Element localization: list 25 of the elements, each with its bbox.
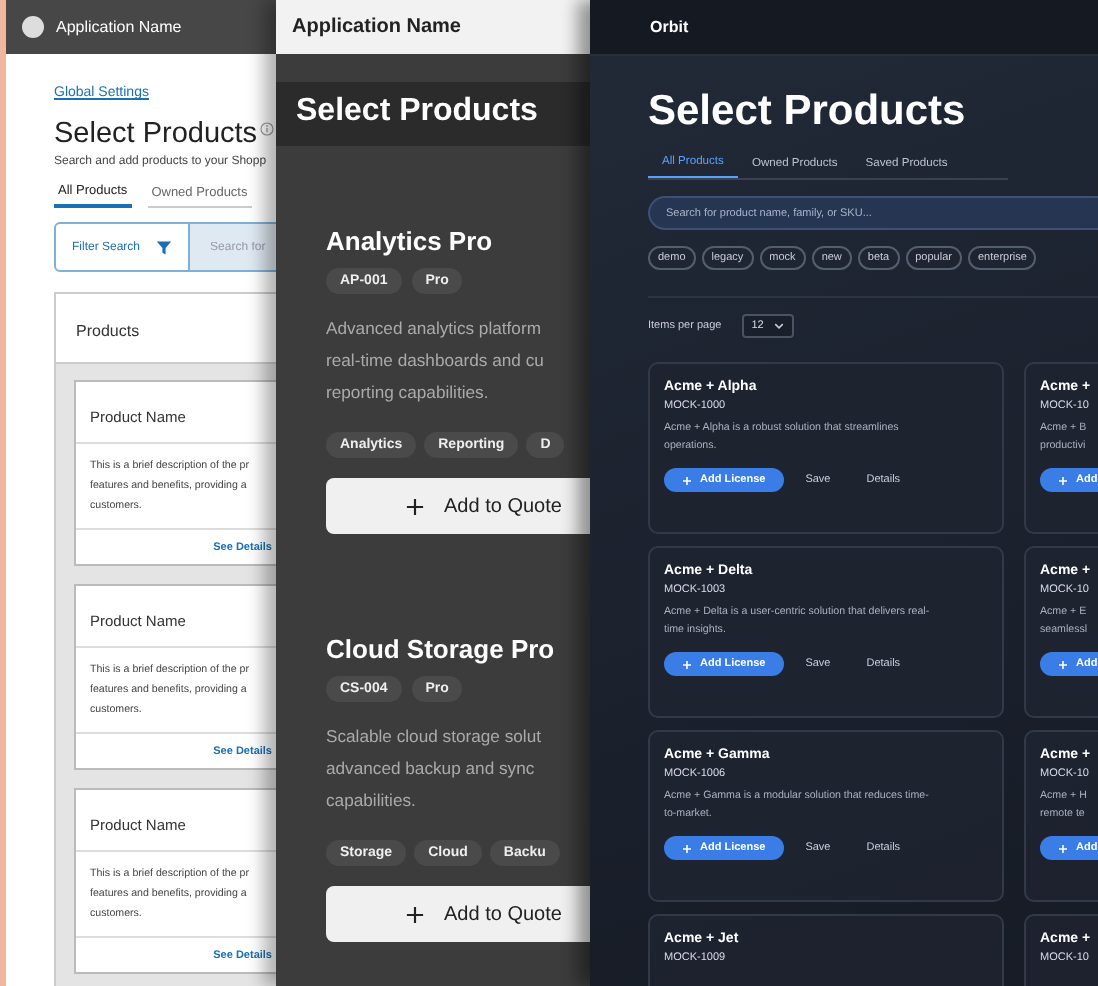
- add-to-quote-button[interactable]: Add to Quote: [326, 886, 590, 942]
- product-name: Cloud Storage Pro: [326, 634, 557, 664]
- plus-icon: [406, 905, 424, 923]
- panel-title: Products: [76, 322, 140, 340]
- page-title: Select Products: [296, 94, 538, 128]
- funnel-icon: [156, 239, 173, 255]
- info-icon: [259, 122, 274, 136]
- product-description: Advanced analytics platform real-time dashboards and cu reporting capabilities.: [326, 316, 546, 406]
- page-title: Select Products: [54, 118, 258, 150]
- logo-circle-icon: [22, 16, 44, 38]
- plus-icon: [1058, 659, 1068, 669]
- plus-icon: [1058, 843, 1068, 853]
- app-name: Application Name: [292, 16, 461, 38]
- plus-icon: [406, 497, 424, 515]
- page-title: Select Products: [648, 88, 968, 136]
- add-to-quote-button[interactable]: Add to Quote: [326, 478, 590, 534]
- plus-icon: [682, 843, 692, 853]
- app-name: Application Name: [56, 18, 182, 36]
- product-name: Analytics Pro: [326, 226, 495, 256]
- plus-icon: [682, 659, 692, 669]
- brand-name: Orbit: [650, 18, 689, 36]
- plus-icon: [682, 475, 692, 485]
- chevron-down-icon: [773, 322, 784, 330]
- plus-icon: [1058, 475, 1068, 485]
- product-description: Scalable cloud storage solut advanced backup and sync capabilities.: [326, 724, 543, 814]
